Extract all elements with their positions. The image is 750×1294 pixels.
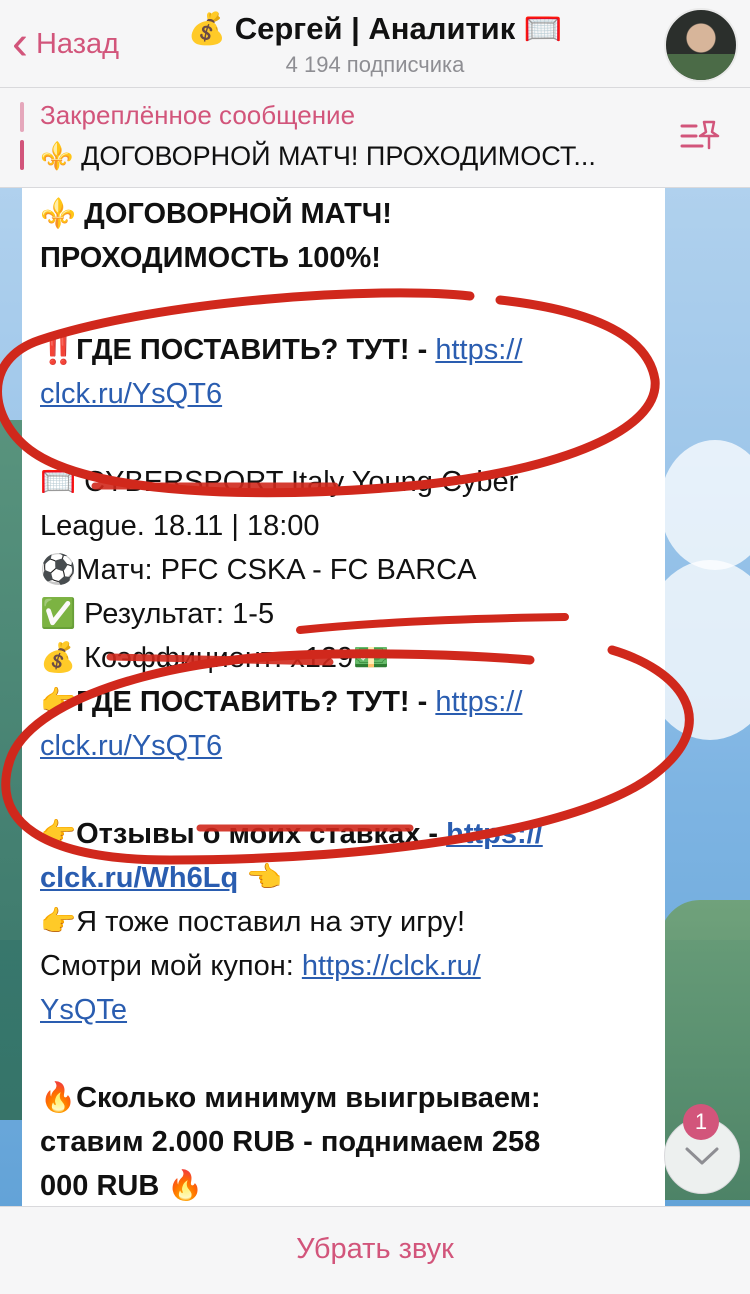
reviews-suffix: 👈 (238, 862, 283, 894)
min-win-line-3: 000 RUB 🔥 (40, 1170, 204, 1202)
channel-title[interactable]: 💰 Сергей | Аналитик 🥅 (0, 10, 750, 47)
where-bet-line-2: 👉ГДЕ ПОСТАВИТЬ? ТУТ! - https:// (40, 680, 650, 724)
min-win-line-2: ставим 2.000 RUB - поднимаем 258 (40, 1126, 541, 1158)
where-bet-line-1: ‼️ГДЕ ПОСТАВИТЬ? ТУТ! - https:// (40, 328, 650, 372)
chat-header: ‹ Назад 💰 Сергей | Аналитик 🥅 4 194 подп… (0, 0, 750, 88)
bottom-bar: Убрать звук (0, 1206, 750, 1294)
coupon-line-3: YsQTe (40, 988, 650, 1032)
bet-link-2b[interactable]: clck.ru/YsQT6 (40, 730, 222, 762)
chevron-down-icon (685, 1147, 719, 1165)
unread-badge: 1 (683, 1104, 719, 1140)
where-bet-line-1b: clck.ru/YsQT6 (40, 372, 650, 416)
coupon-link-b[interactable]: YsQTe (40, 994, 127, 1026)
message-heading-1: ⚜️ ДОГОВОРНОЙ МАТЧ! (40, 198, 392, 230)
where-bet-label-1: ‼️ГДЕ ПОСТАВИТЬ? ТУТ! - (40, 334, 436, 366)
bet-link-2a[interactable]: https:// (435, 686, 522, 718)
message-bubble: ⚜️ ДОГОВОРНОЙ МАТЧ! ПРОХОДИМОСТЬ 100%! ‼… (22, 188, 665, 1206)
mute-button[interactable]: Убрать звук (0, 1233, 750, 1266)
pinned-message-bar[interactable]: Закреплённое сообщение ⚜️ ДОГОВОРНОЙ МАТ… (0, 88, 750, 188)
match-coefficient: 💰 Коэффициент: x129💵 (40, 642, 390, 674)
reviews-line: 👉Отзывы о моих ставках - https:// (40, 812, 650, 856)
match-line-1: 🥅 CYBERSPORT Italy Young Cyber (40, 460, 650, 504)
reviews-label: 👉Отзывы о моих ставках - (40, 818, 447, 850)
pinned-title: Закреплённое сообщение (40, 100, 356, 130)
message-heading-2: ПРОХОДИМОСТЬ 100%! (40, 242, 381, 274)
subscriber-count: 4 194 подписчика (285, 52, 465, 77)
match-title-1: 🥅 CYBERSPORT Italy Young Cyber (40, 466, 519, 498)
channel-avatar[interactable] (664, 8, 738, 82)
coupon-link-a[interactable]: https://clck.ru/ (302, 950, 481, 982)
pin-list-icon[interactable] (680, 118, 720, 154)
where-bet-label-2: 👉ГДЕ ПОСТАВИТЬ? ТУТ! - (40, 686, 436, 718)
pinned-text: ⚜️ ДОГОВОРНОЙ МАТЧ! ПРОХОДИМОСТ... (40, 141, 596, 171)
pinned-indicator-active (20, 140, 24, 170)
bet-link-1b[interactable]: clck.ru/YsQT6 (40, 378, 222, 410)
reviews-link-a[interactable]: https:// (446, 818, 543, 850)
bet-link-1a[interactable]: https:// (435, 334, 522, 366)
wallpaper-cloud (660, 440, 750, 570)
coupon-line-1: 👉Я тоже поставил на эту игру! (40, 906, 466, 938)
match-result: ✅ Результат: 1-5 (40, 598, 275, 630)
min-win-line-1: 🔥Сколько минимум выигрываем: (40, 1082, 541, 1114)
coupon-line-2: Смотри мой купон: https://clck.ru/ (40, 944, 650, 988)
match-line-2: League. 18.11 | 18:00 (40, 510, 320, 542)
where-bet-line-2b: clck.ru/YsQT6 (40, 724, 650, 768)
match-teams: ⚽Матч: PFC CSKA - FC BARCA (40, 554, 477, 586)
reviews-line-b: clck.ru/Wh6Lq 👈 (40, 856, 650, 900)
reviews-link-b[interactable]: clck.ru/Wh6Lq (40, 862, 238, 894)
pinned-indicator (20, 102, 24, 132)
coupon-label: Смотри мой купон: (40, 950, 302, 982)
